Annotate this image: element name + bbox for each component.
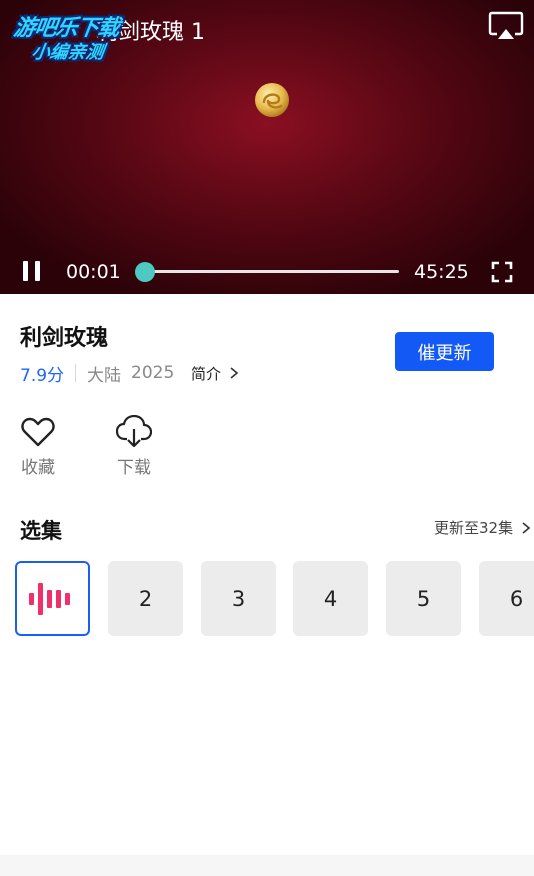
watermark-logo: 游吧乐下载 小编亲测 (6, 8, 156, 66)
heart-icon (21, 417, 55, 447)
urge-update-button[interactable]: 催更新 (395, 332, 494, 371)
intro-label: 简介 (191, 364, 222, 383)
video-player[interactable]: 利剑玫瑰 1 游吧乐下载 小编亲测 00:01 45:25 (0, 0, 534, 294)
year: 2025 (131, 363, 175, 383)
watermark-line2: 小编亲测 (30, 42, 106, 63)
episodes-title: 选集 (20, 519, 62, 543)
fullscreen-icon[interactable] (490, 260, 514, 284)
episode-item-2[interactable]: 2 (108, 561, 183, 636)
episode-list: 2 3 4 5 6 (15, 561, 534, 637)
bottom-bar (0, 855, 534, 876)
show-title: 利剑玫瑰 (20, 326, 109, 351)
progress-handle[interactable] (135, 262, 156, 282)
episode-item-3[interactable]: 3 (201, 561, 276, 636)
show-meta: 7.9分 大陆 2025 (20, 361, 175, 386)
total-time: 45:25 (414, 261, 469, 283)
favorite-button[interactable]: 收藏 (18, 415, 58, 478)
cloud-download-icon (116, 415, 152, 448)
episodes-update-link[interactable]: 更新至32集 (434, 517, 531, 538)
playing-indicator-icon (28, 582, 70, 615)
current-time: 00:01 (66, 261, 121, 283)
download-label: 下载 (117, 458, 151, 478)
chevron-right-icon (230, 367, 239, 379)
pause-icon[interactable] (20, 258, 44, 286)
meta-divider (75, 364, 77, 382)
episode-item-6[interactable]: 6 (479, 561, 534, 636)
episode-item-5[interactable]: 5 (386, 561, 461, 636)
channel-logo-icon (252, 80, 292, 120)
region: 大陆 (87, 365, 122, 386)
score: 7.9分 (20, 365, 65, 386)
episode-item-4[interactable]: 4 (293, 561, 368, 636)
download-button[interactable]: 下载 (112, 415, 156, 478)
airplay-icon[interactable] (488, 10, 524, 42)
intro-link[interactable]: 简介 (191, 361, 239, 385)
episode-item-1[interactable] (15, 561, 90, 636)
favorite-label: 收藏 (21, 458, 55, 478)
update-text: 更新至32集 (434, 519, 514, 537)
chevron-right-icon (522, 521, 531, 534)
progress-bar[interactable] (145, 270, 399, 273)
